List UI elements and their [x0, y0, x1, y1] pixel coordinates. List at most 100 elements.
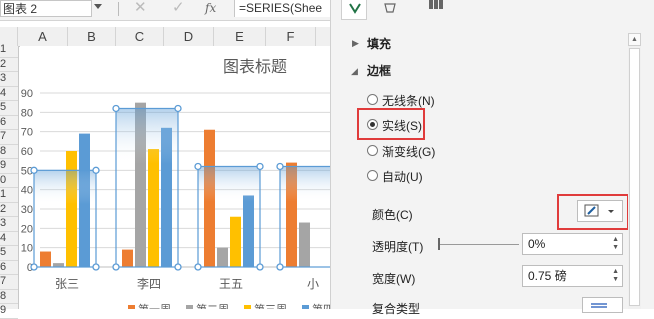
width-input[interactable]: 0.75 磅 ▲ ▼	[522, 265, 623, 287]
name-box[interactable]: 图表 2	[0, 0, 92, 17]
y-tick-label: 30	[21, 204, 33, 216]
chart-area[interactable]: 图表标题0102030405060708090张三李四王五小第一周第二周第三周第…	[20, 46, 346, 316]
row-header[interactable]: 7	[0, 129, 18, 145]
transparency-slider-thumb[interactable]	[438, 238, 440, 250]
column-header[interactable]: A	[18, 27, 68, 46]
scrollbar-thumb[interactable]	[629, 48, 640, 306]
row-header[interactable]: 2	[0, 202, 18, 217]
radio-automatic[interactable]	[367, 170, 378, 181]
row-headers: 1234567890123456789	[0, 43, 19, 319]
row-header[interactable]: 3	[0, 71, 18, 87]
row-header[interactable]: 9	[0, 303, 18, 319]
effects-tab[interactable]	[377, 0, 403, 20]
radio-no-line[interactable]	[367, 94, 378, 105]
column-headers: A B C D E F	[0, 27, 330, 47]
transparency-label: 透明度(T)	[372, 240, 424, 254]
selection-handle	[30, 263, 38, 271]
transparency-slider-track[interactable]	[439, 244, 519, 245]
column-chart[interactable]: 图表标题0102030405060708090张三李四王五小第一周第二周第三周第…	[20, 46, 346, 316]
y-tick-label: 20	[21, 223, 33, 235]
row-header[interactable]: 7	[0, 274, 18, 290]
selection-handle	[194, 263, 202, 271]
selection-handle	[112, 104, 120, 113]
radio-label[interactable]: 渐变线(G)	[382, 143, 435, 160]
column-header[interactable]: D	[164, 27, 214, 46]
fill-line-tab[interactable]	[341, 0, 367, 20]
border-section-label[interactable]: 边框	[367, 62, 391, 79]
pentagon-icon	[384, 3, 396, 13]
width-label: 宽度(W)	[372, 272, 416, 286]
radio-gradient-line[interactable]	[367, 145, 378, 156]
selected-bar-2	[197, 165, 261, 268]
row-header[interactable]: 1	[0, 42, 18, 58]
format-panel: ▶ 填充 ◢ 边框 无线条(N) 实线(S) 渐变线(G) 自动(U) 颜色(C…	[330, 0, 654, 316]
y-tick-label: 10	[21, 243, 33, 255]
spinner-arrows-icon[interactable]: ▲ ▼	[612, 268, 619, 284]
x-tick-label: 李四	[137, 276, 161, 291]
row-header[interactable]: 5	[0, 245, 18, 261]
row-header[interactable]: 3	[0, 216, 18, 232]
radio-label[interactable]: 无线条(N)	[382, 92, 435, 109]
column-header[interactable]: E	[214, 27, 266, 46]
selection-handle	[276, 263, 284, 271]
y-tick-label: 40	[21, 185, 33, 197]
legend-label-1: 第二周	[196, 302, 229, 309]
y-tick-label: 70	[21, 127, 33, 139]
y-tick-label: 60	[21, 146, 33, 158]
column-header[interactable]: C	[116, 27, 164, 46]
legend-swatch-3	[302, 305, 309, 312]
radio-label[interactable]: 自动(U)	[382, 168, 423, 185]
collapse-right-icon[interactable]: ▶	[352, 38, 359, 49]
selection-handle	[174, 104, 182, 113]
formula-input[interactable]: =SERIES(Shee	[234, 0, 330, 17]
compound-type-dropdown[interactable]	[582, 297, 623, 313]
y-tick-label: 80	[21, 107, 33, 119]
formula-bar: 图表 2 ✕ ✓ fx =SERIES(Shee	[0, 0, 330, 21]
color-label: 颜色(C)	[372, 208, 413, 222]
row-header[interactable]: 8	[0, 144, 18, 159]
selection-handle	[276, 162, 284, 171]
row-header[interactable]: 4	[0, 231, 18, 246]
name-box-dropdown-icon[interactable]	[94, 4, 102, 9]
highlight-box-color	[557, 194, 629, 230]
cancel-icon[interactable]: ✕	[134, 0, 147, 16]
chart-title: 图表标题	[223, 58, 287, 76]
column-header[interactable]: B	[68, 27, 116, 46]
scroll-up-icon[interactable]: ▲	[628, 33, 641, 46]
row-header[interactable]: 4	[0, 86, 18, 101]
spinner-arrows-icon[interactable]: ▲ ▼	[612, 236, 619, 252]
selected-bar-0	[33, 169, 97, 268]
line-style-icon	[591, 303, 607, 308]
selected-bar-3	[279, 165, 343, 268]
legend-swatch-2	[244, 305, 251, 312]
row-header[interactable]: 0	[0, 173, 18, 188]
selection-handle	[112, 263, 120, 271]
x-tick-label: 张三	[55, 277, 79, 291]
selection-handle	[256, 263, 264, 271]
row-header[interactable]: 1	[0, 187, 18, 203]
y-tick-label: 90	[21, 88, 33, 100]
highlight-box-solid	[357, 108, 425, 140]
legend-swatch-0	[128, 305, 135, 312]
expand-down-icon[interactable]: ◢	[351, 66, 358, 77]
column-header[interactable]: F	[266, 27, 316, 46]
bar-chart-icon	[429, 0, 443, 9]
fill-section-label[interactable]: 填充	[367, 35, 391, 52]
row-header[interactable]: 6	[0, 260, 18, 275]
transparency-input[interactable]: 0% ▲ ▼	[522, 233, 623, 255]
selected-bar-1	[115, 107, 179, 268]
row-header[interactable]: 9	[0, 158, 18, 174]
insert-function-icon[interactable]: fx	[205, 0, 216, 16]
row-header[interactable]: 5	[0, 100, 18, 116]
series-options-tab[interactable]	[423, 0, 449, 20]
selection-handle	[174, 263, 182, 271]
paint-bucket-icon	[349, 3, 361, 14]
legend-swatch-1	[186, 305, 193, 312]
legend-label-0: 第一周	[138, 302, 171, 309]
enter-icon[interactable]: ✓	[172, 0, 185, 16]
formula-bar-separator	[118, 2, 119, 16]
selection-handle	[92, 263, 100, 271]
row-header[interactable]: 2	[0, 57, 18, 72]
row-header[interactable]: 6	[0, 115, 18, 130]
row-header[interactable]: 8	[0, 289, 18, 304]
